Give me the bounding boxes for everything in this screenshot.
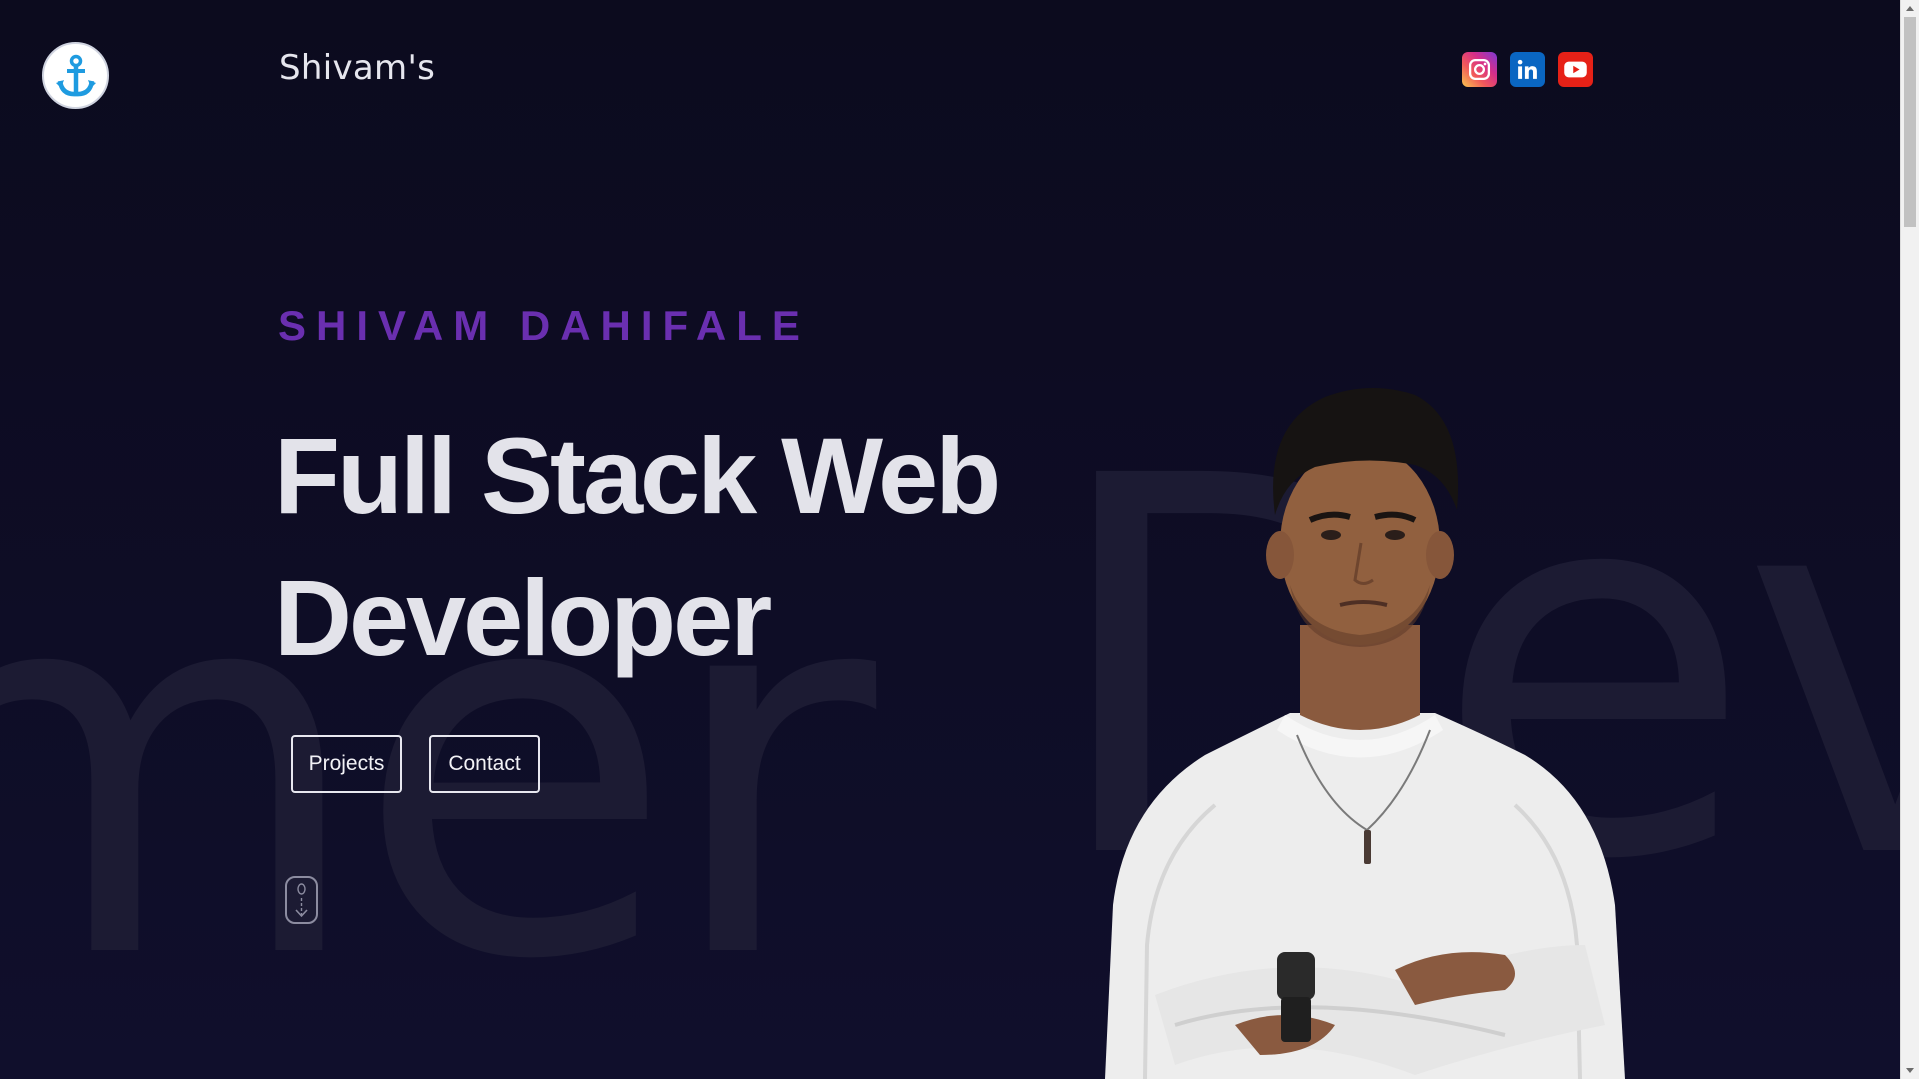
youtube-link[interactable] <box>1558 52 1593 87</box>
scrollbar-thumb[interactable] <box>1904 17 1916 227</box>
headline-line-2: Developer <box>274 557 772 678</box>
instagram-icon <box>1468 58 1491 81</box>
brand-name[interactable]: Shivam's <box>279 48 435 88</box>
scroll-down-arrow-icon[interactable] <box>1906 1068 1914 1073</box>
anchor-icon <box>55 54 96 96</box>
youtube-icon <box>1564 61 1587 78</box>
contact-button[interactable]: Contact <box>429 735 540 793</box>
scroll-down-arrow-icon <box>295 883 308 918</box>
page-scrollbar[interactable] <box>1900 0 1919 1079</box>
page: mer Dev Shivam's SHIVAM DAHIFALE Full St… <box>0 0 1919 1079</box>
hero-headline: Full Stack Web Developer <box>274 405 1001 689</box>
site-logo[interactable] <box>42 42 109 109</box>
profile-photo <box>1105 387 1625 1079</box>
instagram-link[interactable] <box>1462 52 1497 87</box>
projects-button[interactable]: Projects <box>291 735 402 793</box>
headline-line-1: Full Stack Web <box>274 415 1001 536</box>
mouse-scroll-icon[interactable] <box>285 876 318 924</box>
linkedin-icon <box>1517 59 1537 79</box>
linkedin-link[interactable] <box>1510 52 1545 87</box>
hero-name: SHIVAM DAHIFALE <box>278 302 810 349</box>
social-links <box>1462 52 1593 87</box>
scroll-up-arrow-icon[interactable] <box>1906 6 1914 11</box>
